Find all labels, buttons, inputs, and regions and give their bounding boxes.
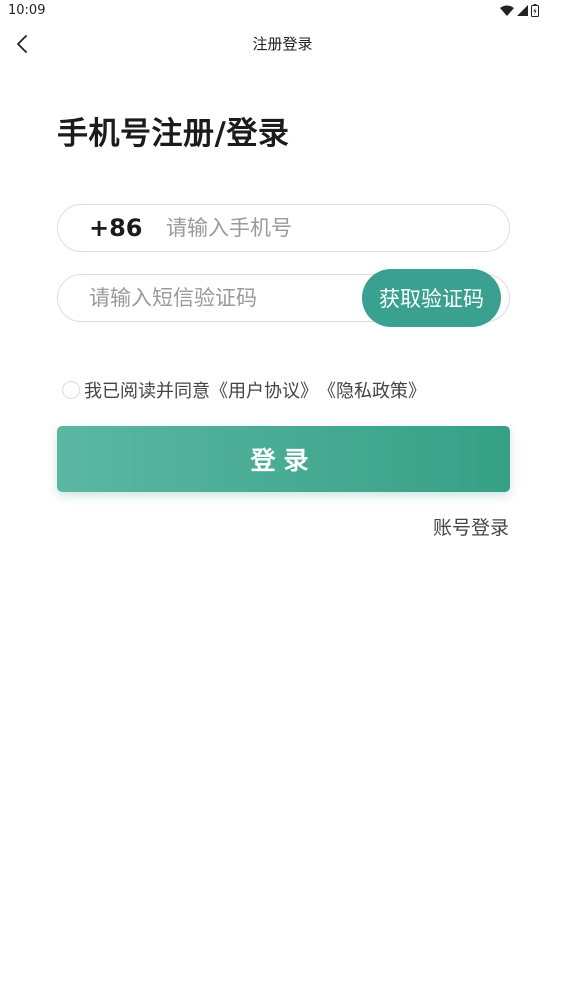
phone-input[interactable] xyxy=(166,212,486,244)
get-code-button[interactable]: 获取验证码 xyxy=(362,269,501,327)
agreement-checkbox[interactable] xyxy=(62,381,80,399)
account-login-link[interactable]: 账号登录 xyxy=(433,513,509,540)
country-code[interactable]: +86 xyxy=(89,214,143,242)
login-button[interactable]: 登录 xyxy=(57,426,510,492)
nav-bar: 注册登录 xyxy=(0,26,565,62)
signal-icon xyxy=(517,5,528,16)
verification-code-input[interactable] xyxy=(89,282,359,314)
battery-icon xyxy=(531,4,539,17)
page-title: 手机号注册/登录 xyxy=(57,116,290,152)
status-time: 10:09 xyxy=(8,3,46,18)
user-agreement-link[interactable]: 《用户协议》 xyxy=(210,377,318,403)
login-page: 10:09 注册登录 手机号注册/登录 +86 请输入手机号 请输入短信验证码 … xyxy=(0,0,565,1004)
status-icons xyxy=(500,4,539,17)
phone-field[interactable]: +86 xyxy=(57,204,510,252)
status-bar: 10:09 xyxy=(0,0,565,22)
privacy-policy-link[interactable]: 《隐私政策》 xyxy=(318,377,426,403)
wifi-icon xyxy=(500,5,514,16)
agreement-text: 我已阅读并同意 xyxy=(84,381,210,402)
agreement-row: 我已阅读并同意 《用户协议》 《隐私政策》 xyxy=(62,378,426,402)
nav-title: 注册登录 xyxy=(252,35,313,53)
